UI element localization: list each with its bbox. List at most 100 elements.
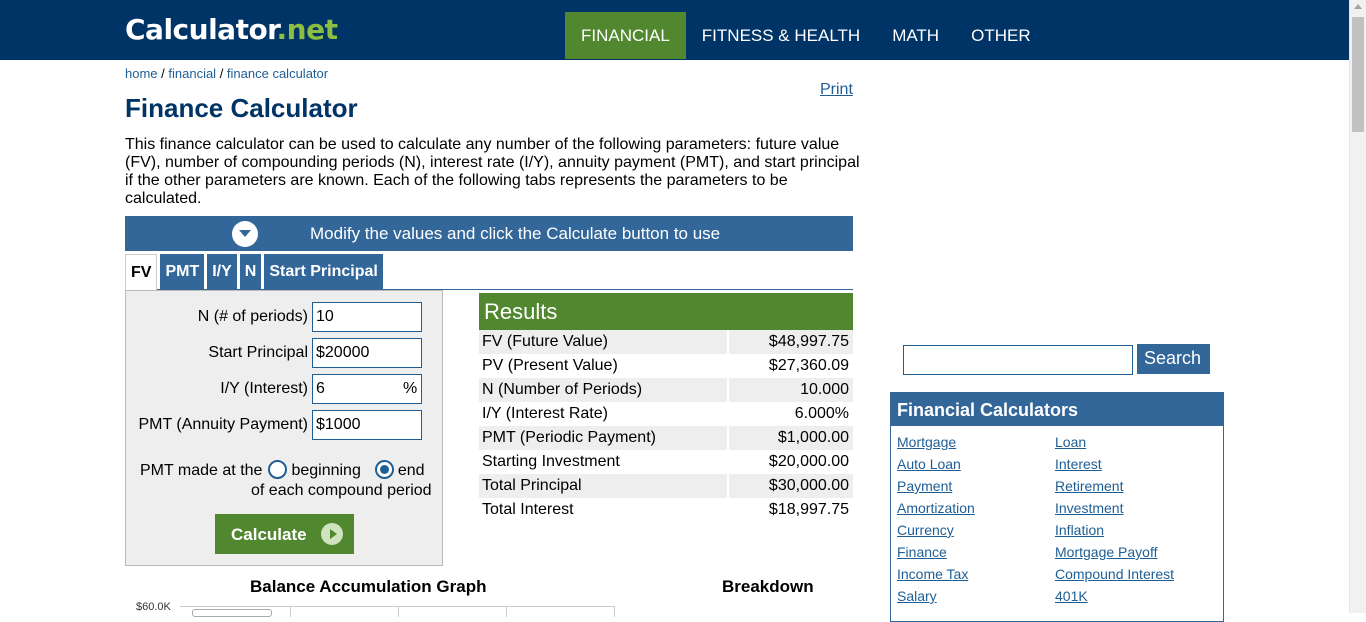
result-value: $27,360.09 bbox=[729, 354, 853, 378]
calculator-tabs: FV PMT I/Y N Start Principal bbox=[125, 254, 853, 291]
link-finance[interactable]: Finance bbox=[897, 544, 947, 560]
result-label: PMT (Periodic Payment) bbox=[479, 426, 729, 450]
search-input[interactable] bbox=[903, 345, 1133, 375]
results-title: Results bbox=[479, 293, 853, 330]
link-auto-loan[interactable]: Auto Loan bbox=[897, 456, 961, 472]
radio-end[interactable] bbox=[374, 460, 394, 479]
percent-suffix: % bbox=[403, 380, 418, 397]
result-row: FV (Future Value) $48,997.75 bbox=[479, 330, 853, 354]
tab-pmt[interactable]: PMT bbox=[160, 254, 205, 289]
instruction-banner[interactable]: Modify the values and click the Calculat… bbox=[125, 216, 853, 251]
tab-n[interactable]: N bbox=[239, 254, 262, 289]
result-label: FV (Future Value) bbox=[479, 330, 729, 354]
intro-text: This finance calculator can be used to c… bbox=[125, 136, 860, 207]
link-salary[interactable]: Salary bbox=[897, 588, 937, 604]
chevron-down-icon[interactable] bbox=[232, 221, 258, 247]
radio-beginning[interactable] bbox=[268, 460, 288, 479]
result-row: PMT (Periodic Payment) $1,000.00 bbox=[479, 426, 853, 450]
scroll-up-arrow-icon[interactable] bbox=[1354, 4, 1362, 9]
pmt-label: PMT (Annuity Payment) bbox=[138, 416, 308, 433]
results-table: FV (Future Value) $48,997.75 PV (Present … bbox=[479, 330, 853, 522]
breadcrumb-home[interactable]: home bbox=[125, 66, 158, 81]
pmt-made-label: PMT made at the bbox=[140, 462, 263, 479]
breadcrumb-current[interactable]: finance calculator bbox=[227, 66, 328, 81]
calculate-label: Calculate bbox=[231, 525, 307, 544]
link-compound-interest[interactable]: Compound Interest bbox=[1055, 566, 1174, 582]
result-row: PV (Present Value) $27,360.09 bbox=[479, 354, 853, 378]
top-header: Calculator.net FINANCIAL FITNESS & HEALT… bbox=[0, 0, 1349, 60]
beginning-label[interactable]: beginning bbox=[291, 462, 360, 479]
panel-title: Financial Calculators bbox=[891, 393, 1223, 426]
tab-fv[interactable]: FV bbox=[125, 254, 158, 291]
site-logo[interactable]: Calculator.net bbox=[125, 13, 338, 46]
calculate-button[interactable]: Calculate bbox=[215, 514, 354, 554]
link-mortgage-payoff[interactable]: Mortgage Payoff bbox=[1055, 544, 1157, 560]
banner-text: Modify the values and click the Calculat… bbox=[310, 224, 721, 243]
result-row: I/Y (Interest Rate) 6.000% bbox=[479, 402, 853, 426]
result-value: 6.000% bbox=[729, 402, 853, 426]
result-row: Starting Investment $20,000.00 bbox=[479, 450, 853, 474]
link-income-tax[interactable]: Income Tax bbox=[897, 566, 968, 582]
tab-iy[interactable]: I/Y bbox=[207, 254, 237, 289]
scroll-thumb[interactable] bbox=[1352, 17, 1364, 132]
row-n: N (# of periods) bbox=[126, 302, 444, 332]
print-link[interactable]: Print bbox=[820, 81, 853, 99]
result-value: $1,000.00 bbox=[729, 426, 853, 450]
link-investment[interactable]: Investment bbox=[1055, 500, 1123, 516]
breadcrumb-separator: / bbox=[157, 66, 169, 81]
main-nav: FINANCIAL FITNESS & HEALTH MATH OTHER bbox=[565, 12, 1047, 59]
link-loan[interactable]: Loan bbox=[1055, 434, 1086, 450]
link-retirement[interactable]: Retirement bbox=[1055, 478, 1123, 494]
result-value: $20,000.00 bbox=[729, 450, 853, 474]
grid-line bbox=[290, 607, 291, 617]
start-principal-label: Start Principal bbox=[208, 344, 308, 361]
end-label[interactable]: end bbox=[398, 462, 425, 479]
grid-line bbox=[614, 607, 615, 617]
breadcrumb-financial[interactable]: financial bbox=[168, 66, 216, 81]
result-row: N (Number of Periods) 10.000 bbox=[479, 378, 853, 402]
result-value: $18,997.75 bbox=[729, 498, 853, 522]
nav-financial[interactable]: FINANCIAL bbox=[565, 12, 686, 59]
result-label: PV (Present Value) bbox=[479, 354, 729, 378]
link-mortgage[interactable]: Mortgage bbox=[897, 434, 956, 450]
pmt-input[interactable] bbox=[312, 410, 422, 440]
page-scrollbar[interactable] bbox=[1349, 0, 1366, 613]
row-pmt: PMT (Annuity Payment) bbox=[126, 410, 444, 440]
result-value: $30,000.00 bbox=[729, 474, 853, 498]
link-payment[interactable]: Payment bbox=[897, 478, 952, 494]
tab-start-principal[interactable]: Start Principal bbox=[264, 254, 383, 289]
link-inflation[interactable]: Inflation bbox=[1055, 522, 1104, 538]
pmt-made-suffix: of each compound period bbox=[251, 482, 432, 499]
grid-line bbox=[506, 607, 507, 617]
nav-other[interactable]: OTHER bbox=[955, 12, 1047, 59]
result-value: $48,997.75 bbox=[729, 330, 853, 354]
result-value: 10.000 bbox=[729, 378, 853, 402]
result-row: Total Principal $30,000.00 bbox=[479, 474, 853, 498]
search-button[interactable]: Search bbox=[1137, 344, 1210, 374]
financial-calculators-panel: Financial Calculators Mortgage Auto Loan… bbox=[890, 392, 1224, 622]
nav-math[interactable]: MATH bbox=[876, 12, 955, 59]
pmt-timing: PMT made at the beginning end bbox=[140, 459, 425, 482]
n-input[interactable] bbox=[312, 302, 422, 332]
nav-fitness-health[interactable]: FITNESS & HEALTH bbox=[686, 12, 876, 59]
graph-y-tick: $60.0K bbox=[136, 601, 171, 613]
page-title: Finance Calculator bbox=[125, 93, 358, 123]
result-label: Starting Investment bbox=[479, 450, 729, 474]
link-currency[interactable]: Currency bbox=[897, 522, 954, 538]
row-interest: I/Y (Interest) % bbox=[126, 374, 444, 404]
grid-line bbox=[398, 607, 399, 617]
graph-legend bbox=[192, 609, 272, 617]
result-row: Total Interest $18,997.75 bbox=[479, 498, 853, 522]
start-principal-input[interactable] bbox=[312, 338, 422, 368]
play-arrow-icon bbox=[321, 523, 343, 545]
result-label: Total Principal bbox=[479, 474, 729, 498]
row-start-principal: Start Principal bbox=[126, 338, 444, 368]
link-401k[interactable]: 401K bbox=[1055, 588, 1088, 604]
breadcrumb: home / financial / finance calculator bbox=[125, 66, 328, 81]
result-label: N (Number of Periods) bbox=[479, 378, 729, 402]
link-interest[interactable]: Interest bbox=[1055, 456, 1102, 472]
result-label: I/Y (Interest Rate) bbox=[479, 402, 729, 426]
link-amortization[interactable]: Amortization bbox=[897, 500, 975, 516]
result-label: Total Interest bbox=[479, 498, 729, 522]
breadcrumb-separator: / bbox=[216, 66, 227, 81]
